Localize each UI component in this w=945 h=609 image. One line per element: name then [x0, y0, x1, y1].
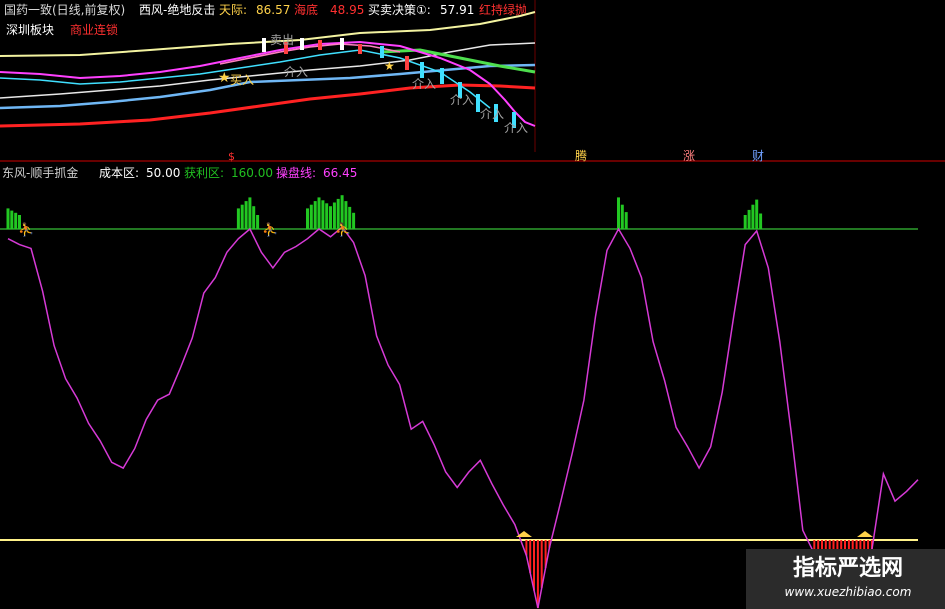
person-icon: ⛹	[18, 221, 34, 238]
green-bar	[329, 206, 332, 229]
green-bar	[248, 197, 252, 229]
green-bar	[321, 200, 325, 229]
green-bar	[236, 208, 240, 229]
separator-item: 财	[752, 149, 764, 163]
tianji-label: 天际:	[219, 3, 247, 17]
green-bar	[747, 209, 751, 229]
maimai-value: 57.91	[440, 3, 474, 17]
watermark-title: 指标严选网	[793, 555, 903, 581]
cost-label: 成本区:	[99, 166, 139, 180]
red-bar	[533, 540, 535, 591]
green-bar	[14, 212, 18, 229]
bottom-indicator-name: 东风-顺手抓金	[2, 165, 78, 180]
top-indicator-name: 西风-绝地反击	[139, 2, 215, 17]
tianji-value: 86.57	[256, 3, 290, 17]
annotation-jieru: 介入	[450, 93, 474, 107]
red-bar	[859, 540, 862, 550]
block-label-1: 深圳板块	[6, 23, 54, 37]
green-bar	[244, 201, 248, 229]
maimai-label: 买卖决策①:	[368, 3, 431, 17]
red-bar	[867, 540, 870, 550]
person-icon: ⛹	[335, 221, 351, 238]
profit-label: 获利区:	[184, 166, 224, 180]
annotation-jieru: 介入	[284, 65, 308, 79]
profit-value: 160.00	[231, 166, 273, 180]
separator-s-mark: $	[228, 150, 235, 163]
cost-value: 50.00	[146, 166, 180, 180]
annotation-buy: 买入	[230, 73, 254, 87]
separator-item: 涨	[683, 148, 695, 163]
annotation-jieru: 介入	[412, 77, 436, 91]
annotation-jieru: 介入	[504, 121, 528, 135]
star-icon: ★	[218, 70, 231, 86]
red-bar	[536, 540, 539, 608]
star-icon: ★	[384, 59, 395, 73]
green-bar	[313, 201, 317, 229]
top-title: 国药一致(日线,前复权)	[4, 2, 125, 17]
green-bar	[10, 210, 14, 229]
green-bar	[352, 212, 356, 229]
annotation-jieru: 介入	[480, 107, 504, 121]
green-bar	[309, 204, 313, 229]
haidi-value: 48.95	[330, 3, 364, 17]
green-bar	[325, 203, 329, 229]
line-label: 操盘线:	[276, 165, 316, 180]
green-bar	[240, 204, 244, 229]
green-bar	[317, 197, 321, 229]
green-bar	[743, 215, 747, 229]
hongjin-label: 红持绿抛	[479, 2, 527, 17]
green-bar	[6, 208, 10, 229]
separator-item: 腾	[575, 148, 587, 163]
watermark-url: www.xuezhibiao.com	[785, 585, 912, 599]
block-label-2: 商业连锁	[70, 22, 118, 37]
red-bar	[863, 540, 866, 550]
green-bar	[759, 213, 763, 229]
green-bar	[755, 199, 759, 229]
green-bar	[252, 206, 256, 229]
green-bar	[620, 204, 624, 229]
green-bars	[6, 195, 763, 229]
green-bar	[256, 215, 260, 229]
chart-canvas: 国药一致(日线,前复权) 西风-绝地反击 天际: 86.57 海底 48.95 …	[0, 0, 945, 609]
green-bar	[617, 197, 620, 229]
annotation-sell: 卖出	[270, 33, 294, 47]
haidi-label: 海底	[294, 2, 318, 17]
green-bar	[751, 204, 755, 229]
green-bar	[306, 208, 309, 229]
marker-icon	[857, 531, 873, 537]
green-bar	[624, 212, 628, 229]
line-value: 66.45	[323, 166, 357, 180]
person-icon: ⛹	[262, 221, 278, 238]
